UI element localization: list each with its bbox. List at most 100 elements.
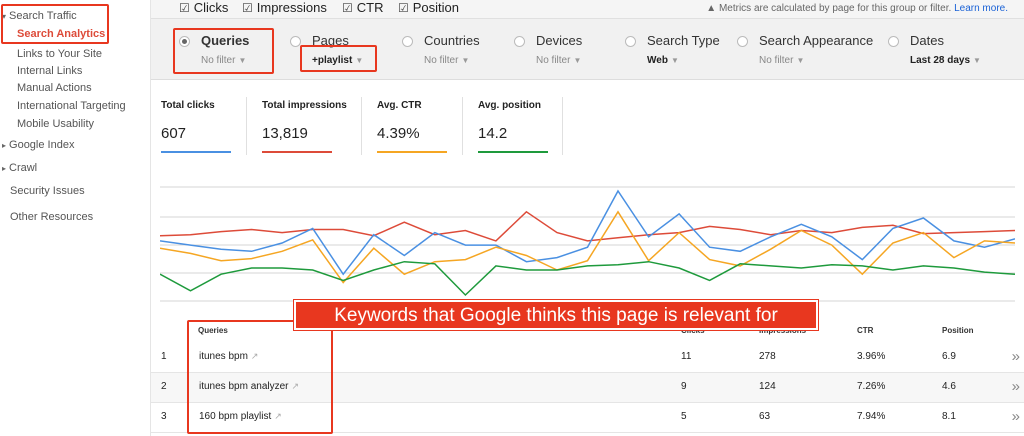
- filter-value-text: Last 28 days: [910, 55, 971, 66]
- radio-unselected[interactable]: [625, 36, 636, 47]
- total-clicks-card[interactable]: Total clicks 607: [161, 100, 231, 153]
- total-impressions-card[interactable]: Total impressions 13,819: [262, 100, 347, 153]
- impressions-cell: 278: [759, 351, 776, 362]
- metric-label: Avg. position: [478, 100, 541, 111]
- column-header-ctr[interactable]: CTR: [857, 326, 873, 335]
- impressions-cell: 124: [759, 381, 776, 392]
- checkbox-position[interactable]: ☑ Position: [398, 0, 459, 15]
- checkbox-checked-icon: ☑: [242, 1, 253, 15]
- metrics-note-text: Metrics are calculated by page for this …: [718, 3, 952, 14]
- sidebar-item-security-issues[interactable]: Security Issues: [10, 185, 85, 197]
- metric-value: 607: [161, 125, 187, 142]
- sidebar-item-international-targeting[interactable]: International Targeting: [17, 100, 126, 112]
- metric-value: 4.39%: [377, 125, 420, 142]
- radio-unselected[interactable]: [402, 36, 413, 47]
- filter-value[interactable]: No filter ▼: [536, 55, 581, 66]
- dropdown-caret-icon: ▼: [670, 56, 679, 65]
- clicks-cell: 9: [681, 381, 687, 392]
- filter-label: Search Appearance: [759, 33, 874, 48]
- metric-toggle-bar: ☑ Clicks ☑ Impressions ☑ CTR ☑ Position ▲ Me…: [151, 0, 1024, 19]
- dropdown-caret-icon: ▼: [461, 56, 470, 65]
- checkbox-checked-icon: ☑: [179, 1, 190, 15]
- dropdown-caret-icon: ▼: [573, 56, 582, 65]
- metric-color-bar: [478, 151, 548, 153]
- sidebar-section-crawl[interactable]: ▸ Crawl: [2, 162, 37, 174]
- sidebar-item-mobile-usability[interactable]: Mobile Usability: [17, 118, 94, 130]
- filter-value[interactable]: No filter ▼: [759, 55, 804, 66]
- radio-unselected[interactable]: [514, 36, 525, 47]
- row-index: 2: [161, 381, 167, 392]
- metric-color-bar: [262, 151, 332, 153]
- filter-value[interactable]: No filter ▼: [424, 55, 469, 66]
- warning-icon: ▲: [706, 3, 717, 14]
- metric-value: 14.2: [478, 125, 508, 142]
- performance-line-chart: [160, 186, 1015, 302]
- checkbox-checked-icon: ☑: [398, 1, 409, 15]
- sidebar-section-google-index[interactable]: ▸ Google Index: [2, 139, 74, 151]
- chevron-right-icon[interactable]: »: [1012, 408, 1020, 425]
- metric-value: 13,819: [262, 125, 308, 142]
- divider: [562, 97, 563, 155]
- checkbox-label: Position: [412, 0, 460, 15]
- highlight-box: [1, 4, 109, 44]
- checkbox-impressions[interactable]: ☑ Impressions: [242, 0, 327, 15]
- row-index: 3: [161, 411, 167, 422]
- annotation-callout: Keywords that Google thinks this page is…: [294, 300, 818, 330]
- radio-unselected[interactable]: [888, 36, 899, 47]
- chevron-right-icon[interactable]: »: [1012, 348, 1020, 365]
- main-content: ☑ Clicks ☑ Impressions ☑ CTR ☑ Position ▲ Me…: [151, 0, 1024, 436]
- checkbox-label: Clicks: [193, 0, 229, 15]
- dropdown-caret-icon: ▼: [796, 56, 805, 65]
- divider: [361, 97, 362, 155]
- avg-ctr-card[interactable]: Avg. CTR 4.39%: [377, 100, 447, 153]
- row-index: 1: [161, 351, 167, 362]
- ctr-cell: 3.96%: [857, 351, 886, 362]
- metric-label: Total clicks: [161, 100, 215, 111]
- series-line-0: [160, 210, 1015, 242]
- filter-value-text: No filter: [424, 55, 459, 66]
- highlight-box: [300, 45, 377, 72]
- dimension-filter-bar: Queries No filter ▼ Pages +playlist ▼ Coun…: [151, 19, 1024, 80]
- ctr-cell: 7.94%: [857, 411, 886, 422]
- filter-value-text: No filter: [536, 55, 571, 66]
- ctr-cell: 7.26%: [857, 381, 886, 392]
- highlight-box: [187, 320, 333, 434]
- filter-value-text: No filter: [759, 55, 794, 66]
- radio-unselected[interactable]: [737, 36, 748, 47]
- highlight-box: [173, 28, 274, 74]
- filter-value[interactable]: Last 28 days ▼: [910, 55, 981, 66]
- impressions-cell: 63: [759, 411, 771, 422]
- metric-label: Avg. CTR: [377, 100, 422, 111]
- clicks-cell: 5: [681, 411, 687, 422]
- sidebar-item-internal-links[interactable]: Internal Links: [17, 65, 82, 77]
- filter-label: Search Type: [647, 33, 720, 48]
- filter-value[interactable]: Web ▼: [647, 55, 679, 66]
- sidebar-item-manual-actions[interactable]: Manual Actions: [17, 82, 92, 94]
- sidebar-section-label: Crawl: [9, 162, 38, 174]
- column-header-position[interactable]: Position: [942, 326, 974, 335]
- chevron-right-icon[interactable]: »: [1012, 378, 1020, 395]
- sidebar-item-other-resources[interactable]: Other Resources: [10, 211, 93, 223]
- sidebar-section-label: Google Index: [9, 139, 75, 151]
- clicks-cell: 11: [681, 351, 692, 362]
- checkbox-label: Impressions: [256, 0, 327, 15]
- filter-label: Countries: [424, 33, 480, 48]
- filter-label: Dates: [910, 33, 944, 48]
- checkbox-ctr[interactable]: ☑ CTR: [342, 0, 383, 15]
- metric-label: Total impressions: [262, 100, 347, 111]
- sidebar-item-links-to-your-site[interactable]: Links to Your Site: [17, 48, 102, 60]
- dropdown-caret-icon: ▼: [973, 56, 981, 65]
- avg-position-card[interactable]: Avg. position 14.2: [478, 100, 548, 153]
- series-line-3: [160, 260, 1015, 297]
- learn-more-link[interactable]: Learn more.: [954, 3, 1008, 14]
- divider: [462, 97, 463, 155]
- collapsed-triangle-icon: ▸: [2, 164, 7, 173]
- divider: [246, 97, 247, 155]
- metric-color-bar: [161, 151, 231, 153]
- position-cell: 4.6: [942, 381, 956, 392]
- filter-label: Devices: [536, 33, 583, 48]
- position-cell: 8.1: [942, 411, 956, 422]
- collapsed-triangle-icon: ▸: [2, 141, 7, 150]
- checkbox-clicks[interactable]: ☑ Clicks: [179, 0, 228, 15]
- metric-color-bar: [377, 151, 447, 153]
